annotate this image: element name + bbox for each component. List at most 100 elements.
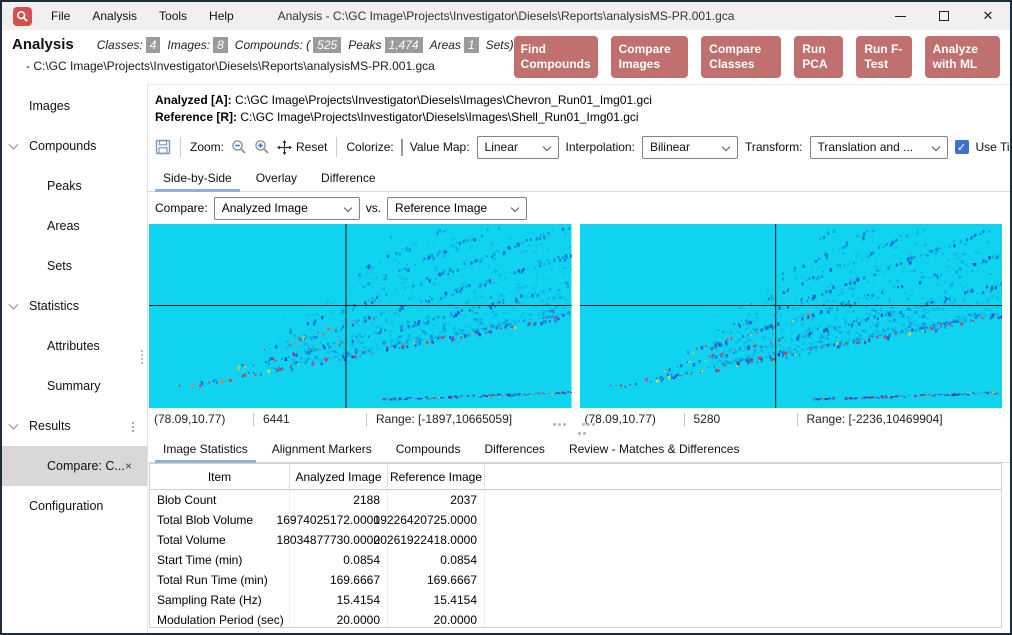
column-header-filler	[485, 464, 1001, 489]
column-header-analyzed-image[interactable]: Analyzed Image	[290, 464, 388, 489]
analyze-with-ml-button[interactable]: Analyze with ML	[925, 36, 1000, 78]
minimize-button[interactable]	[878, 2, 922, 30]
table-row[interactable]: Total Blob Volume16974025172.00001922642…	[150, 510, 1001, 530]
compare-classes-button[interactable]: Compare Classes	[701, 36, 781, 78]
table-row[interactable]: Modulation Period (sec)20.000020.0000	[150, 610, 1001, 628]
cursor-coordinates: (78.09,10.77)	[149, 412, 253, 426]
interpolation-select[interactable]: Bilinear	[642, 136, 738, 159]
view-mode-tabs: Side-by-SideOverlayDifference	[148, 165, 1010, 192]
sidebar-item-summary[interactable]: Summary	[2, 366, 147, 406]
reference-image-status-bar: (78.09,10.77)5280Range: [-2236,10469904]	[580, 408, 1003, 430]
use-time-scale-checkbox[interactable]: ✓	[955, 140, 969, 154]
column-header-reference-image[interactable]: Reference Image	[388, 464, 485, 489]
chevron-down-icon[interactable]	[9, 300, 19, 310]
stat-value-cell: 20261922418.0000	[388, 530, 485, 550]
save-button[interactable]	[155, 139, 171, 155]
sidebar-item-label: Sets	[47, 259, 72, 273]
stat-label: Areas	[430, 38, 461, 52]
close-button[interactable]: ✕	[966, 2, 1010, 30]
compare-left-select[interactable]: Analyzed Image	[214, 197, 360, 220]
compare-selector-row: Compare: Analyzed Image vs. Reference Im…	[148, 192, 1010, 224]
sidebar-item-images[interactable]: Images	[2, 86, 147, 126]
table-row[interactable]: Start Time (min)0.08540.0854	[150, 550, 1001, 570]
reference-image-path: C:\GC Image\Projects\Investigator\Diesel…	[240, 110, 638, 124]
value-map-label: Value Map:	[410, 140, 470, 154]
zoom-in-button[interactable]	[254, 139, 270, 155]
sidebar-item-areas[interactable]: Areas	[2, 206, 147, 246]
sidebar-item-sets[interactable]: Sets	[2, 246, 147, 286]
splitter-grip[interactable]	[582, 423, 585, 426]
run-f-test-button[interactable]: Run F-Test	[856, 36, 911, 78]
chevron-down-icon[interactable]	[9, 140, 19, 150]
analyzed-image-path: C:\GC Image\Projects\Investigator\Diesel…	[235, 93, 652, 107]
menu-help[interactable]: Help	[198, 2, 245, 30]
tab-compounds[interactable]: Compounds	[384, 436, 473, 462]
stat-label: Peaks	[348, 38, 381, 52]
value-map-select[interactable]: Linear	[477, 136, 559, 159]
page-title: Analysis	[12, 36, 74, 53]
menu-bar: FileAnalysisToolsHelp	[40, 2, 245, 30]
tab-image-statistics[interactable]: Image Statistics	[151, 436, 260, 462]
menu-tools[interactable]: Tools	[148, 2, 198, 30]
table-row[interactable]: Sampling Rate (Hz)15.415415.4154	[150, 590, 1001, 610]
stat-item-cell: Sampling Rate (Hz)	[150, 590, 290, 610]
run-pca-button[interactable]: Run PCA	[794, 36, 843, 78]
menu-file[interactable]: File	[40, 2, 81, 30]
sidebar-item-attributes[interactable]: Attributes	[2, 326, 147, 366]
horizontal-splitter-grip[interactable]	[578, 432, 581, 435]
more-options-icon[interactable]	[132, 426, 134, 428]
sidebar-item-label: Results	[29, 419, 71, 433]
sidebar-item-results[interactable]: Results	[2, 406, 147, 446]
sidebar-item-label: Statistics	[29, 299, 79, 313]
sidebar-item-configuration[interactable]: Configuration	[2, 486, 147, 526]
tab-overlay[interactable]: Overlay	[244, 165, 309, 191]
sidebar-item-label: Images	[29, 99, 70, 113]
stat-item-cell: Total Volume	[150, 530, 290, 550]
stat-label: Images:	[167, 38, 210, 52]
stat-item-cell: Blob Count	[150, 490, 290, 510]
zoom-label: Zoom:	[190, 140, 224, 154]
tab-differences[interactable]: Differences	[472, 436, 556, 462]
compare-right-select[interactable]: Reference Image	[387, 197, 527, 220]
reset-view-button[interactable]: Reset	[277, 140, 327, 155]
stat-item-cell: Modulation Period (sec)	[150, 610, 290, 628]
navigation-sidebar: Images Compounds Peaks Areas Sets Statistics A…	[2, 84, 148, 633]
transform-value: Translation and ...	[818, 140, 914, 154]
interpolation-label: Interpolation:	[566, 140, 635, 154]
maximize-button[interactable]	[922, 2, 966, 30]
stat-value-cell: 0.0854	[290, 550, 388, 570]
compare-right-value: Reference Image	[395, 201, 487, 215]
tab-side-by-side[interactable]: Side-by-Side	[151, 165, 244, 191]
zoom-out-button[interactable]	[231, 139, 247, 155]
splitter-grip[interactable]	[553, 423, 556, 426]
row-filler	[485, 570, 1001, 590]
compare-images-button[interactable]: Compare Images	[611, 36, 689, 78]
menu-analysis[interactable]: Analysis	[81, 2, 148, 30]
analyzed-image-panel[interactable]	[149, 224, 572, 408]
reference-image-panel[interactable]	[580, 224, 1003, 408]
row-filler	[485, 530, 1001, 550]
stat-label: Sets)	[486, 38, 514, 52]
stat-value-cell: 15.4154	[388, 590, 485, 610]
sidebar-item-compare-c[interactable]: Compare: C...×	[2, 446, 147, 486]
sidebar-item-compounds[interactable]: Compounds	[2, 126, 147, 166]
table-row[interactable]: Total Volume18034877730.000020261922418.…	[150, 530, 1001, 550]
find-compounds-button[interactable]: Find Compounds	[514, 36, 598, 78]
tab-alignment-markers[interactable]: Alignment Markers	[260, 436, 384, 462]
analysis-file-path: - C:\GC Image\Projects\Investigator\Dies…	[26, 59, 514, 73]
column-header-item[interactable]: Item	[150, 464, 290, 489]
tab-review-matches-differences[interactable]: Review - Matches & Differences	[557, 436, 752, 462]
transform-select[interactable]: Translation and ...	[810, 136, 948, 159]
chevron-down-icon[interactable]	[9, 420, 19, 430]
sidebar-item-label: Compare: C...	[47, 459, 125, 473]
table-row[interactable]: Total Run Time (min)169.6667169.6667	[150, 570, 1001, 590]
stat-value-cell: 15.4154	[290, 590, 388, 610]
table-row[interactable]: Blob Count21882037	[150, 490, 1001, 510]
sidebar-item-label: Peaks	[47, 179, 82, 193]
colorize-palette-icon[interactable]	[401, 139, 403, 156]
close-icon[interactable]: ×	[125, 459, 132, 473]
tab-difference[interactable]: Difference	[309, 165, 387, 191]
sidebar-item-statistics[interactable]: Statistics	[2, 286, 147, 326]
sidebar-item-peaks[interactable]: Peaks	[2, 166, 147, 206]
image-status-row: (78.09,10.77)6441Range: [-1897,10665059]…	[148, 408, 1010, 430]
